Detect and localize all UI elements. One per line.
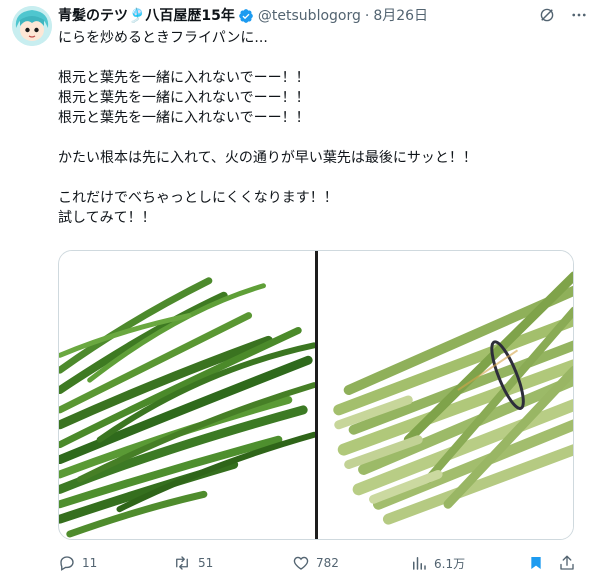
reply-button[interactable]: 11	[58, 554, 97, 572]
tweet-line: これだけでべちゃっとしにくくなります！！	[58, 190, 338, 206]
verified-badge-icon	[238, 8, 254, 24]
reply-count: 11	[82, 556, 98, 570]
bookmark-icon	[531, 557, 541, 569]
tweet-text: にらを炒めるときフライパンに... 根元と葉先を一緒に入れないでーー！！ 根元と…	[58, 28, 578, 228]
tweet-line: 根元と葉先を一緒に入れないでーー！！	[58, 70, 310, 86]
tweet-line: 試してみて！！	[58, 210, 156, 226]
tweet-line: 根元と葉先を一緒に入れないでーー！！	[58, 110, 310, 126]
views-button[interactable]: 6.1万	[410, 554, 465, 572]
bookmark-button[interactable]	[528, 554, 544, 572]
views-count: 6.1万	[434, 556, 466, 571]
media-container[interactable]	[58, 250, 574, 540]
tweet-header: 青髪のテツ🎐八百屋歴15年 @tetsublogorg · 8月26日	[58, 6, 428, 26]
views-icon	[413, 557, 426, 570]
retweet-button[interactable]: 51	[172, 554, 213, 572]
author-handle[interactable]: @tetsublogorg	[258, 6, 361, 26]
avatar[interactable]	[12, 6, 52, 46]
separator-dot: ·	[364, 8, 370, 24]
tweet-line: にらを炒めるときフライパンに...	[58, 30, 268, 46]
like-button[interactable]: 782	[292, 554, 339, 572]
share-icon	[560, 555, 574, 570]
more-icon[interactable]	[570, 6, 588, 24]
author-name[interactable]: 青髪のテツ🎐八百屋歴15年	[58, 6, 235, 26]
share-button[interactable]	[558, 554, 576, 572]
like-count: 782	[316, 556, 339, 570]
like-icon	[293, 556, 309, 570]
chive-stems-image[interactable]	[318, 251, 574, 539]
grok-icon[interactable]	[538, 6, 556, 24]
tweet-line: 根元と葉先を一緒に入れないでーー！！	[58, 90, 310, 106]
action-bar: 11 51 782 6.1万	[58, 552, 580, 574]
header-actions	[538, 6, 588, 24]
tweet-line: かたい根本は先に入れて、火の通りが早い葉先は最後にサッと！！	[58, 150, 477, 166]
reply-icon	[60, 556, 74, 571]
retweet-icon	[176, 556, 188, 570]
post-date[interactable]: 8月26日	[373, 6, 428, 26]
retweet-count: 51	[198, 556, 214, 570]
chive-leaves-image[interactable]	[59, 251, 315, 539]
